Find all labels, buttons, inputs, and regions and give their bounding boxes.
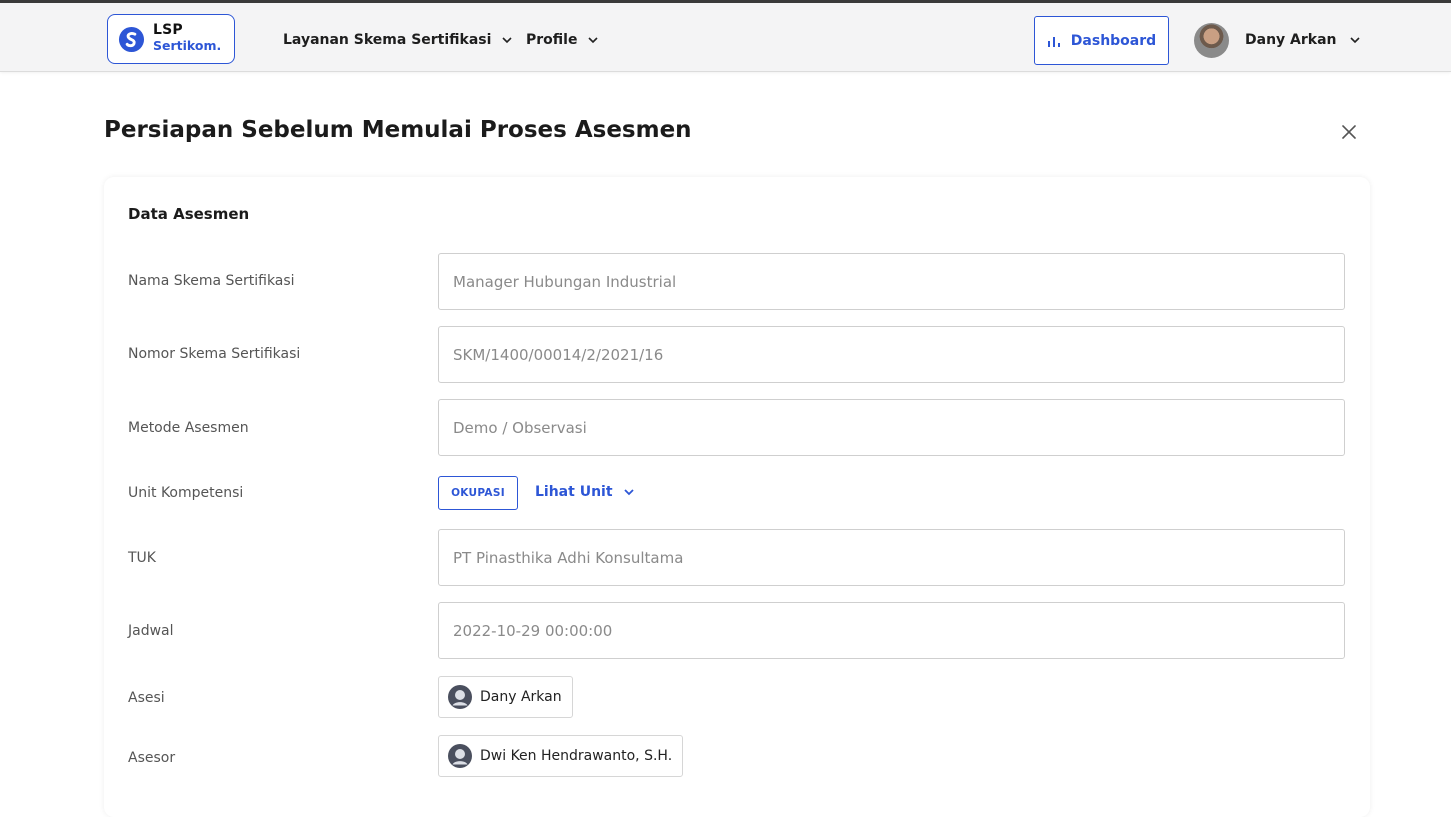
label-nama-skema: Nama Skema Sertifikasi <box>128 273 295 289</box>
brand-logo[interactable]: LSP Sertikom. <box>107 14 235 64</box>
jadwal-field[interactable]: 2022-10-29 00:00:00 <box>438 602 1345 659</box>
dashboard-label: Dashboard <box>1070 32 1157 49</box>
card-title: Data Asesmen <box>128 205 250 223</box>
lihat-unit-toggle[interactable]: Lihat Unit <box>535 484 635 500</box>
nav-layanan-label: Layanan Skema Sertifikasi <box>283 32 492 48</box>
label-asesi: Asesi <box>128 690 165 706</box>
label-nomor-skema: Nomor Skema Sertifikasi <box>128 346 301 362</box>
logo-mark-icon <box>118 26 145 53</box>
dashboard-button[interactable]: Dashboard <box>1034 16 1169 65</box>
nav-layanan-skema[interactable]: Layanan Skema Sertifikasi <box>283 32 513 48</box>
nama-skema-field[interactable]: Manager Hubungan Industrial <box>438 253 1345 310</box>
bar-chart-icon <box>1047 36 1060 47</box>
nav-profile-label: Profile <box>526 32 578 48</box>
asesor-chip: Dwi Ken Hendrawanto, S.H. <box>438 735 684 777</box>
asesi-name: Dany Arkan <box>480 689 562 705</box>
label-tuk: TUK <box>128 550 156 566</box>
user-avatar[interactable] <box>1194 23 1229 58</box>
top-navbar: LSP Sertikom. Layanan Skema Sertifikasi … <box>0 0 1451 72</box>
chevron-down-icon <box>502 37 513 44</box>
metode-asesmen-field[interactable]: Demo / Observasi <box>438 399 1345 456</box>
tuk-field[interactable]: PT Pinasthika Adhi Konsultama <box>438 529 1345 586</box>
user-name: Dany Arkan <box>1245 32 1337 48</box>
chevron-down-icon <box>1349 37 1360 44</box>
okupasi-badge[interactable]: OKUPASI <box>438 476 518 510</box>
asesor-name: Dwi Ken Hendrawanto, S.H. <box>480 748 673 764</box>
asesi-chip: Dany Arkan <box>438 676 573 718</box>
chevron-down-icon <box>588 37 599 44</box>
page-title: Persiapan Sebelum Memulai Proses Asesmen <box>104 117 692 143</box>
label-unit-kompetensi: Unit Kompetensi <box>128 485 244 501</box>
label-jadwal: Jadwal <box>128 623 174 639</box>
nav-profile[interactable]: Profile <box>526 32 599 48</box>
brand-line1: LSP <box>153 22 183 38</box>
chevron-down-icon <box>623 489 634 496</box>
user-icon <box>448 744 472 768</box>
label-asesor: Asesor <box>128 750 176 766</box>
close-icon[interactable] <box>1338 121 1360 143</box>
user-icon <box>448 685 472 709</box>
label-metode-asesmen: Metode Asesmen <box>128 420 249 436</box>
user-menu[interactable]: Dany Arkan <box>1245 32 1361 48</box>
nomor-skema-field[interactable]: SKM/1400/00014/2/2021/16 <box>438 326 1345 383</box>
brand-line2: Sertikom. <box>153 38 222 53</box>
lihat-unit-label: Lihat Unit <box>535 484 613 500</box>
